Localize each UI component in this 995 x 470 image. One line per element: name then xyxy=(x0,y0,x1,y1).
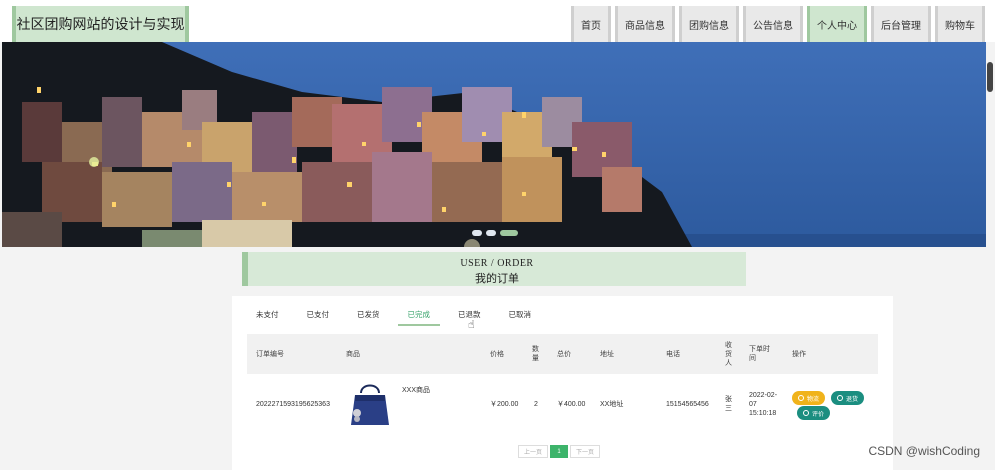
order-status-tabs: 未支付 已支付 已发货 已完成 已退款 已取消 xyxy=(248,304,559,326)
section-title: USER / ORDER 我的订单 xyxy=(242,252,746,286)
page-scrollbar[interactable] xyxy=(987,62,993,92)
top-header: 社区团购网站的设计与实现 首页 商品信息 团购信息 公告信息 个人中心 后台管理… xyxy=(0,0,995,42)
page-1-button[interactable]: 1 xyxy=(550,445,569,458)
th-total: 总价 xyxy=(557,350,571,358)
table-header: 订单编号 商品 价格 数量 总价 地址 电话 收货人 下单时间 操作 xyxy=(247,334,878,374)
tab-completed[interactable]: 已完成 xyxy=(397,304,440,326)
nav-cart[interactable]: 购物车 xyxy=(935,6,985,42)
main-nav: 首页 商品信息 团购信息 公告信息 个人中心 后台管理 购物车 xyxy=(571,6,985,42)
cell-order-time: 2022-02-07 15:10:18 xyxy=(749,391,778,417)
carousel-dot[interactable] xyxy=(472,230,482,236)
table-row: 2022271593195625363 XXX商品 ￥200.00 2 ￥400… xyxy=(247,374,878,434)
orders-panel: 未支付 已支付 已发货 已完成 已退款 已取消 ☝ 订单编号 商品 价格 数量 … xyxy=(232,296,893,470)
hero-banner-image xyxy=(2,42,986,247)
prev-page-button[interactable]: 上一页 xyxy=(518,445,549,458)
return-label: 退货 xyxy=(846,396,859,403)
return-button[interactable]: 退货 xyxy=(831,391,865,405)
cell-quantity: 2 xyxy=(534,400,538,408)
th-order-no: 订单编号 xyxy=(256,350,284,358)
cell-phone: 15154565456 xyxy=(666,400,709,408)
tab-paid[interactable]: 已支付 xyxy=(307,304,330,326)
th-phone: 电话 xyxy=(666,350,680,358)
nav-home[interactable]: 首页 xyxy=(571,6,611,42)
watermark-text: CSDN @wishCoding xyxy=(868,444,980,458)
nav-user-center[interactable]: 个人中心 xyxy=(807,6,867,42)
nav-products[interactable]: 商品信息 xyxy=(615,6,675,42)
th-price: 价格 xyxy=(490,350,504,358)
nav-admin[interactable]: 后台管理 xyxy=(871,6,931,42)
logistics-label: 物流 xyxy=(807,396,820,403)
nav-announcements[interactable]: 公告信息 xyxy=(743,6,803,42)
th-product: 商品 xyxy=(346,350,360,358)
tab-unpaid[interactable]: 未支付 xyxy=(256,304,279,326)
pointer-cursor-icon: ☝ xyxy=(468,319,475,331)
next-page-button[interactable]: 下一页 xyxy=(570,445,601,458)
pagination: 上一页 1 下一页 xyxy=(518,445,601,458)
village-night-illustration xyxy=(2,42,986,247)
carousel-dot[interactable] xyxy=(486,230,496,236)
th-actions: 操作 xyxy=(792,350,806,358)
th-recipient: 收货人 xyxy=(725,341,732,367)
tab-shipped[interactable]: 已发货 xyxy=(357,304,380,326)
carousel-indicators xyxy=(472,230,518,236)
review-button[interactable]: 评价 xyxy=(797,406,831,420)
logistics-button[interactable]: 物流 xyxy=(792,391,826,405)
site-title[interactable]: 社区团购网站的设计与实现 xyxy=(12,6,189,42)
cell-total: ￥400.00 xyxy=(557,400,586,408)
section-title-en: USER / ORDER xyxy=(460,258,534,269)
cell-order-no: 2022271593195625363 xyxy=(256,400,330,408)
review-label: 评价 xyxy=(812,411,825,418)
return-icon xyxy=(837,395,843,401)
th-address: 地址 xyxy=(600,350,614,358)
cell-price: ￥200.00 xyxy=(490,400,519,408)
carousel-dot-active[interactable] xyxy=(500,230,518,236)
section-title-cn: 我的订单 xyxy=(475,273,519,285)
tab-cancelled[interactable]: 已取消 xyxy=(509,304,532,326)
nav-group-buy[interactable]: 团购信息 xyxy=(679,6,739,42)
comment-icon xyxy=(803,410,809,416)
truck-icon xyxy=(798,395,804,401)
product-thumbnail[interactable] xyxy=(347,379,393,429)
th-order-time: 下单时间 xyxy=(749,346,770,362)
product-name[interactable]: XXX商品 xyxy=(402,385,430,395)
cell-address: XX地址 xyxy=(600,400,624,408)
handbag-icon xyxy=(351,384,389,425)
th-quantity: 数量 xyxy=(532,346,539,362)
cell-recipient: 张三 xyxy=(725,396,732,412)
